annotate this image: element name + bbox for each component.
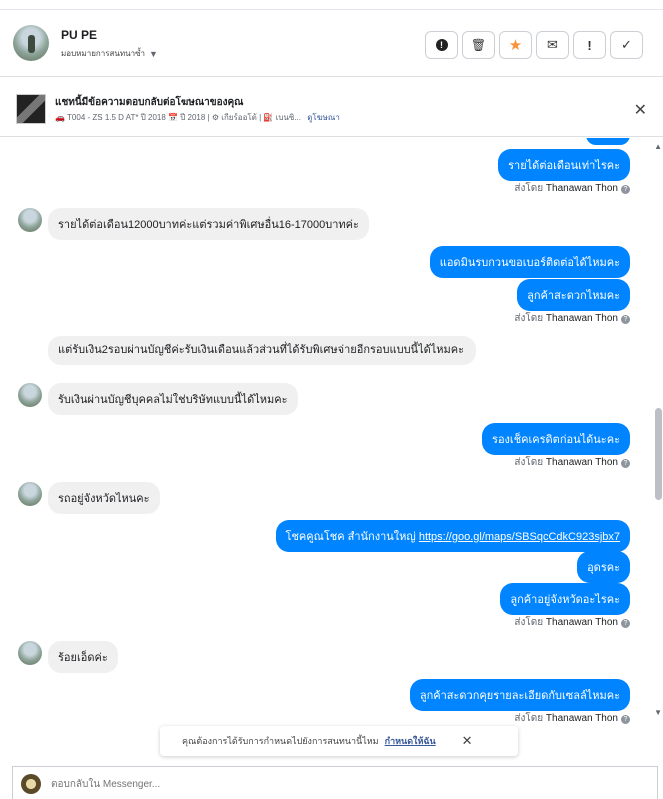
toast-close-icon[interactable]: ✕ — [462, 733, 473, 749]
toast-text: คุณต้องการได้รับการกำหนดไปยังการสนทนานี้… — [182, 736, 379, 746]
top-divider — [0, 0, 663, 10]
ad-meta: 🚗 T004 - ZS 1.5 D AT* ปี 2018 📅 ปี 2018 … — [55, 111, 340, 124]
message-bubble-incoming: รายได้ต่อเดือน12000บาทค่ะแต่รวมค่าพิเศษอ… — [48, 208, 369, 240]
ad-meta-text: 🚗 T004 - ZS 1.5 D AT* ปี 2018 📅 ปี 2018 … — [55, 113, 301, 122]
info-icon: ? — [621, 315, 630, 324]
action-toolbar: ! 🗑 ★ ✉ ! ✓ — [425, 31, 643, 59]
spam-button[interactable]: ! — [425, 31, 458, 59]
message-thread: รายได้ต่อเดือนเท่าไรคะ ส่งโดย Thanawan T… — [0, 138, 663, 726]
info-icon: ? — [621, 185, 630, 194]
contact-avatar-small — [18, 208, 42, 232]
message-bubble-outgoing: อุดรคะ — [577, 551, 630, 583]
sender-name: Thanawan Thon — [545, 183, 618, 194]
message-bubble-outgoing: รายได้ต่อเดือนเท่าไรคะ — [498, 149, 630, 181]
assign-dropdown[interactable]: มอบหมายการสนทนาซ้ำ ▼ — [61, 47, 158, 60]
message-bubble-outgoing: ลูกค้าอยู่จังหวัดอะไรคะ — [500, 583, 630, 615]
ad-title: แชทนี้มีข้อความตอบกลับต่อโฆษณาของคุณ — [55, 97, 244, 108]
checkmark-icon: ✓ — [621, 37, 632, 52]
sender-name: Thanawan Thon — [545, 457, 618, 468]
trash-icon: 🗑 — [470, 38, 487, 52]
assign-to-me-link[interactable]: กำหนดให้ฉัน — [385, 734, 436, 748]
message-bubble-outgoing: รองเช็คเครดิตก่อนได้นะคะ — [482, 423, 630, 455]
close-icon[interactable]: ✕ — [634, 100, 647, 120]
message-bubble-outgoing: ลูกค้าสะดวกไหมคะ — [517, 279, 630, 311]
info-icon: ? — [621, 619, 630, 628]
contact-avatar-small — [18, 641, 42, 665]
message-bubble-outgoing-partial — [586, 138, 630, 145]
email-button[interactable]: ✉ — [536, 31, 569, 59]
sent-by-prefix: ส่งโดย — [514, 713, 544, 724]
scroll-up-arrow-icon[interactable]: ▲ — [654, 142, 662, 151]
sender-name: Thanawan Thon — [545, 713, 618, 724]
envelope-icon: ✉ — [547, 37, 558, 52]
sent-by-label: ส่งโดย Thanawan Thon? — [514, 615, 630, 630]
followup-button[interactable]: ! — [573, 31, 606, 59]
star-button[interactable]: ★ — [499, 31, 532, 59]
exclamation-icon: ! — [587, 37, 592, 53]
alert-circle-icon: ! — [435, 39, 448, 51]
message-bubble-incoming: แต่รับเงิน2รอบผ่านบัญชีค่ะรับเงินเดือนแล… — [48, 336, 476, 365]
ad-thumbnail[interactable] — [16, 94, 46, 124]
scroll-thumb[interactable] — [655, 408, 662, 500]
message-bubble-incoming: ร้อยเอ็ดค่ะ — [48, 641, 118, 673]
done-button[interactable]: ✓ — [610, 31, 643, 59]
sender-name: Thanawan Thon — [545, 617, 618, 628]
message-bubble-outgoing: ลูกค้าสะดวกคุยรายละเอียดกับเซลล์ไหมคะ — [409, 679, 630, 711]
sent-by-prefix: ส่งโดย — [514, 183, 544, 194]
reply-input[interactable] — [51, 775, 611, 793]
contact-avatar-small — [18, 383, 42, 407]
sent-by-prefix: ส่งโดย — [514, 313, 544, 324]
info-icon: ? — [621, 459, 630, 468]
info-icon: ? — [621, 715, 630, 724]
sent-by-label: ส่งโดย Thanawan Thon? — [514, 311, 630, 326]
delete-button[interactable]: 🗑 — [462, 31, 495, 59]
view-ad-link[interactable]: ดูโฆษณา — [307, 113, 340, 122]
sent-by-prefix: ส่งโดย — [514, 617, 544, 628]
assign-label: มอบหมายการสนทนาซ้ำ — [61, 49, 146, 58]
sent-by-label: ส่งโดย Thanawan Thon? — [514, 711, 630, 726]
sender-name: Thanawan Thon — [545, 313, 618, 324]
reply-composer — [12, 766, 658, 799]
conversation-header: PU PE มอบหมายการสนทนาซ้ำ ▼ ! 🗑 ★ ✉ ! ✓ — [0, 11, 663, 77]
sent-by-prefix: ส่งโดย — [514, 457, 544, 468]
sent-by-label: ส่งโดย Thanawan Thon? — [514, 455, 630, 470]
sent-by-label: ส่งโดย Thanawan Thon? — [514, 181, 630, 196]
message-text: โชคคูณโชค สำนักงานใหญ่ — [285, 531, 419, 543]
maps-link[interactable]: https://goo.gl/maps/SBSqcCdkC923sjbx7 — [419, 531, 620, 543]
scrollbar[interactable]: ▲ ▼ — [653, 138, 663, 724]
message-bubble-outgoing: แอดมินรบกวนขอเบอร์ติดต่อได้ไหมคะ — [429, 246, 630, 278]
message-bubble-incoming: รถอยู่จังหวัดไหนคะ — [48, 482, 160, 514]
assign-prompt-toast: คุณต้องการได้รับการกำหนดไปยังการสนทนานี้… — [160, 726, 518, 756]
ad-context-bar: แชทนี้มีข้อความตอบกลับต่อโฆษณาของคุณ 🚗 T… — [0, 78, 663, 137]
scroll-down-arrow-icon[interactable]: ▼ — [654, 708, 662, 717]
contact-avatar-small — [18, 482, 42, 506]
contact-name[interactable]: PU PE — [61, 28, 97, 42]
page-avatar — [21, 774, 41, 794]
caret-down-icon: ▼ — [149, 48, 158, 59]
message-bubble-outgoing-link: โชคคูณโชค สำนักงานใหญ่ https://goo.gl/ma… — [275, 520, 630, 552]
contact-avatar[interactable] — [13, 25, 49, 61]
star-icon: ★ — [508, 37, 523, 54]
message-bubble-incoming: รับเงินผ่านบัญชีบุคคลไม่ใช่บริษัทแบบนี้ไ… — [48, 383, 298, 415]
